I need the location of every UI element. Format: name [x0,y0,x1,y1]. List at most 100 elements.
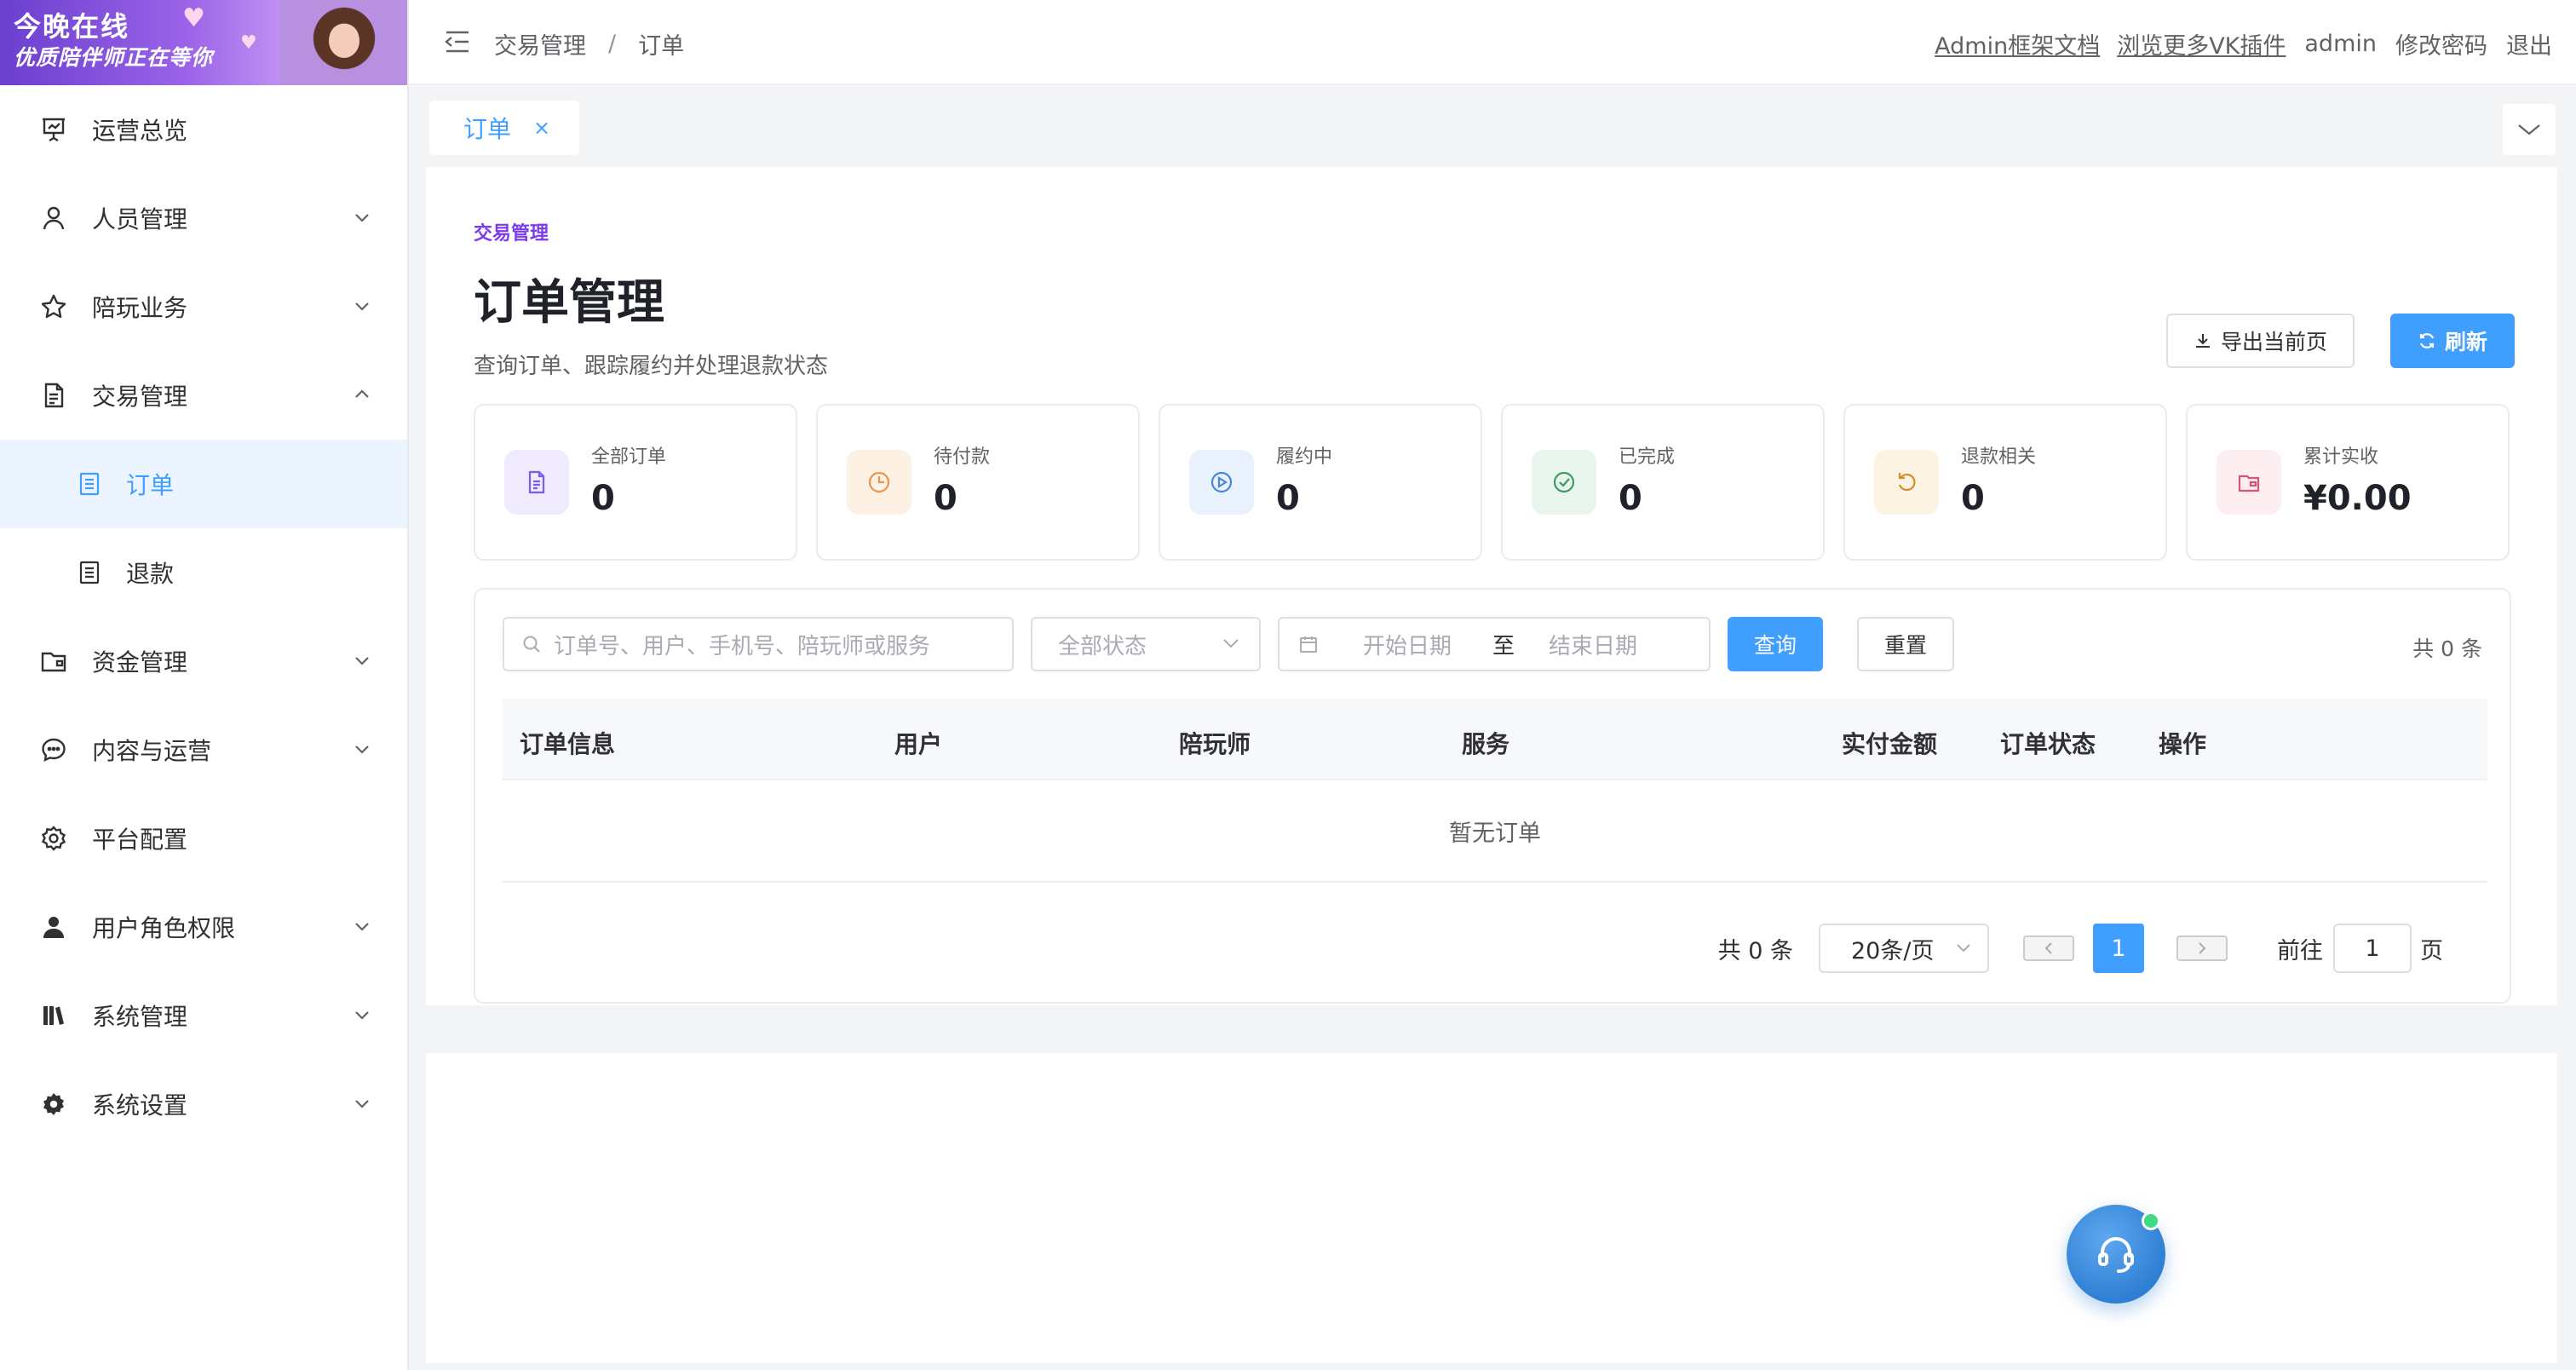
chevron-down-icon [355,1100,369,1108]
sidebar-item-transactions[interactable]: 交易管理 [0,351,407,440]
page-size-value: 20条/页 [1851,937,1935,964]
stat-label: 待付款 [934,446,991,468]
page-title: 订单管理 [474,275,664,331]
goto-label: 前往 [2277,937,2323,964]
calendar-icon [1300,636,1317,653]
star-icon [39,292,68,321]
column-header-actions: 操作 [2159,730,2207,758]
vk-plugins-link[interactable]: 浏览更多VK插件 [2117,27,2286,60]
admin-docs-link[interactable]: Admin框架文档 [1935,27,2100,60]
sidebar-item-label: 运营总览 [92,117,188,145]
start-date-input[interactable]: 开始日期 [1363,629,1452,660]
sidebar-item-refunds[interactable]: 退款 [0,528,407,617]
chevron-right-icon [2199,942,2206,954]
tab-label: 订单 [463,115,512,143]
customer-support-button[interactable] [2067,1205,2165,1304]
sidebar-item-content[interactable]: 内容与运营 [0,705,407,794]
sidebar-menu: 运营总览 人员管理 陪玩业务 交易管理 订单 退款 资金管理 内容与运营 平台配… [0,85,407,1148]
next-page-button[interactable] [2176,935,2228,961]
user-name[interactable]: admin [2304,31,2377,57]
status-placeholder: 全部状态 [1058,633,1147,659]
breadcrumb-separator: / [608,31,617,57]
export-label: 导出当前页 [2220,330,2327,354]
sidebar-item-label: 平台配置 [92,826,188,854]
stat-value: ¥0.00 [2303,479,2412,518]
chevron-left-icon [2044,942,2052,954]
chevron-down-icon [1957,944,1970,953]
search-placeholder: 订单号、用户、手机号、陪玩师或服务 [554,633,931,659]
sidebar-item-platform-config[interactable]: 平台配置 [0,794,407,883]
filter-bar: 订单号、用户、手机号、陪玩师或服务 全部状态 开始日期 至 结束日期 查询 重置 [503,617,1954,671]
result-count: 共 0 条 [2412,636,2482,661]
check-circle-icon [1532,450,1596,515]
page-header: 交易管理 订单管理 查询订单、跟踪履约并处理退款状态 [474,218,828,380]
page-size-select[interactable]: 20条/页 [1819,924,1989,973]
breadcrumb-item-orders: 订单 [638,33,685,60]
query-button[interactable]: 查询 [1728,617,1823,671]
lower-content-area [426,1053,2557,1363]
change-password-link[interactable]: 修改密码 [2395,27,2487,60]
stat-card-revenue: 累计实收 ¥0.00 [2186,404,2510,561]
library-icon [39,1001,68,1030]
stat-label: 退款相关 [1961,446,2037,468]
sidebar-item-personnel[interactable]: 人员管理 [0,174,407,262]
refresh-button[interactable]: 刷新 [2389,314,2515,368]
tabs-dropdown-button[interactable] [2503,104,2556,155]
breadcrumb: 交易管理 / 订单 [494,27,684,60]
sidebar: 今晚在线 优质陪伴师正在等你 ♥ ♥ 运营总览 人员管理 陪玩业务 交易管理 订… [0,0,409,1370]
date-range-picker[interactable]: 开始日期 至 结束日期 [1278,617,1711,671]
collapse-menu-icon[interactable] [443,29,472,55]
brand-tagline: 优质陪伴师正在等你 [14,45,214,70]
stat-card-all-orders: 全部订单 0 [474,404,797,561]
page-eyebrow: 交易管理 [474,223,549,245]
refresh-label: 刷新 [2444,330,2487,354]
sidebar-item-system-settings[interactable]: 系统设置 [0,1060,407,1148]
user-icon [39,204,68,233]
online-status-dot [2142,1212,2160,1230]
stat-card-refunds: 退款相关 0 [1843,404,2167,561]
chevron-down-icon [355,302,369,311]
stat-value: 0 [1276,479,1300,518]
stats-row: 全部订单 0 待付款 0 履约中 0 已完成 0 退款相关 0 累计实收 ¥0.… [474,404,2510,561]
sidebar-item-label: 系统管理 [92,1003,188,1031]
column-header-status: 订单状态 [2000,730,2096,758]
reset-button[interactable]: 重置 [1857,617,1954,671]
chevron-down-icon [355,923,369,931]
logout-link[interactable]: 退出 [2506,27,2552,60]
stat-label: 累计实收 [2303,446,2379,468]
column-header-user: 用户 [894,730,943,758]
sidebar-item-system-manage[interactable]: 系统管理 [0,971,407,1060]
sidebar-item-roles[interactable]: 用户角色权限 [0,883,407,971]
page-subtitle: 查询订单、跟踪履约并处理退款状态 [474,354,829,379]
chevron-down-icon [2518,124,2540,135]
column-header-service: 服务 [1462,730,1510,758]
heart-icon: ♥ [240,32,257,54]
page-number-current[interactable]: 1 [2093,924,2144,973]
stat-value: 0 [934,479,957,518]
close-icon[interactable]: × [533,116,550,140]
end-date-input[interactable]: 结束日期 [1549,629,1637,660]
brand-title: 今晚在线 [14,10,130,43]
tab-orders[interactable]: 订单 × [429,101,579,155]
goto-page-input[interactable]: 1 [2333,924,2412,973]
sidebar-item-orders[interactable]: 订单 [0,440,407,528]
prev-page-button[interactable] [2023,935,2074,961]
sidebar-item-overview[interactable]: 运营总览 [0,85,407,174]
search-input[interactable]: 订单号、用户、手机号、陪玩师或服务 [503,617,1014,671]
stat-label: 全部订单 [591,446,667,468]
play-circle-icon [1189,450,1254,515]
sidebar-item-companion[interactable]: 陪玩业务 [0,262,407,351]
refresh-icon [1874,450,1939,515]
orders-panel: 订单号、用户、手机号、陪玩师或服务 全部状态 开始日期 至 结束日期 查询 重置… [474,588,2511,1004]
brand-banner[interactable]: 今晚在线 优质陪伴师正在等你 ♥ ♥ [0,0,407,85]
sidebar-item-funds[interactable]: 资金管理 [0,617,407,705]
export-button[interactable]: 导出当前页 [2165,314,2355,368]
wallet-icon [2217,450,2281,515]
person-solid-icon [39,912,68,941]
sidebar-item-label: 交易管理 [92,383,188,411]
chevron-down-icon [355,657,369,665]
breadcrumb-item-transactions[interactable]: 交易管理 [494,27,586,60]
status-select[interactable]: 全部状态 [1031,617,1261,671]
tabs-bar: 订单 × [409,85,2576,167]
sidebar-item-label: 系统设置 [92,1091,188,1120]
